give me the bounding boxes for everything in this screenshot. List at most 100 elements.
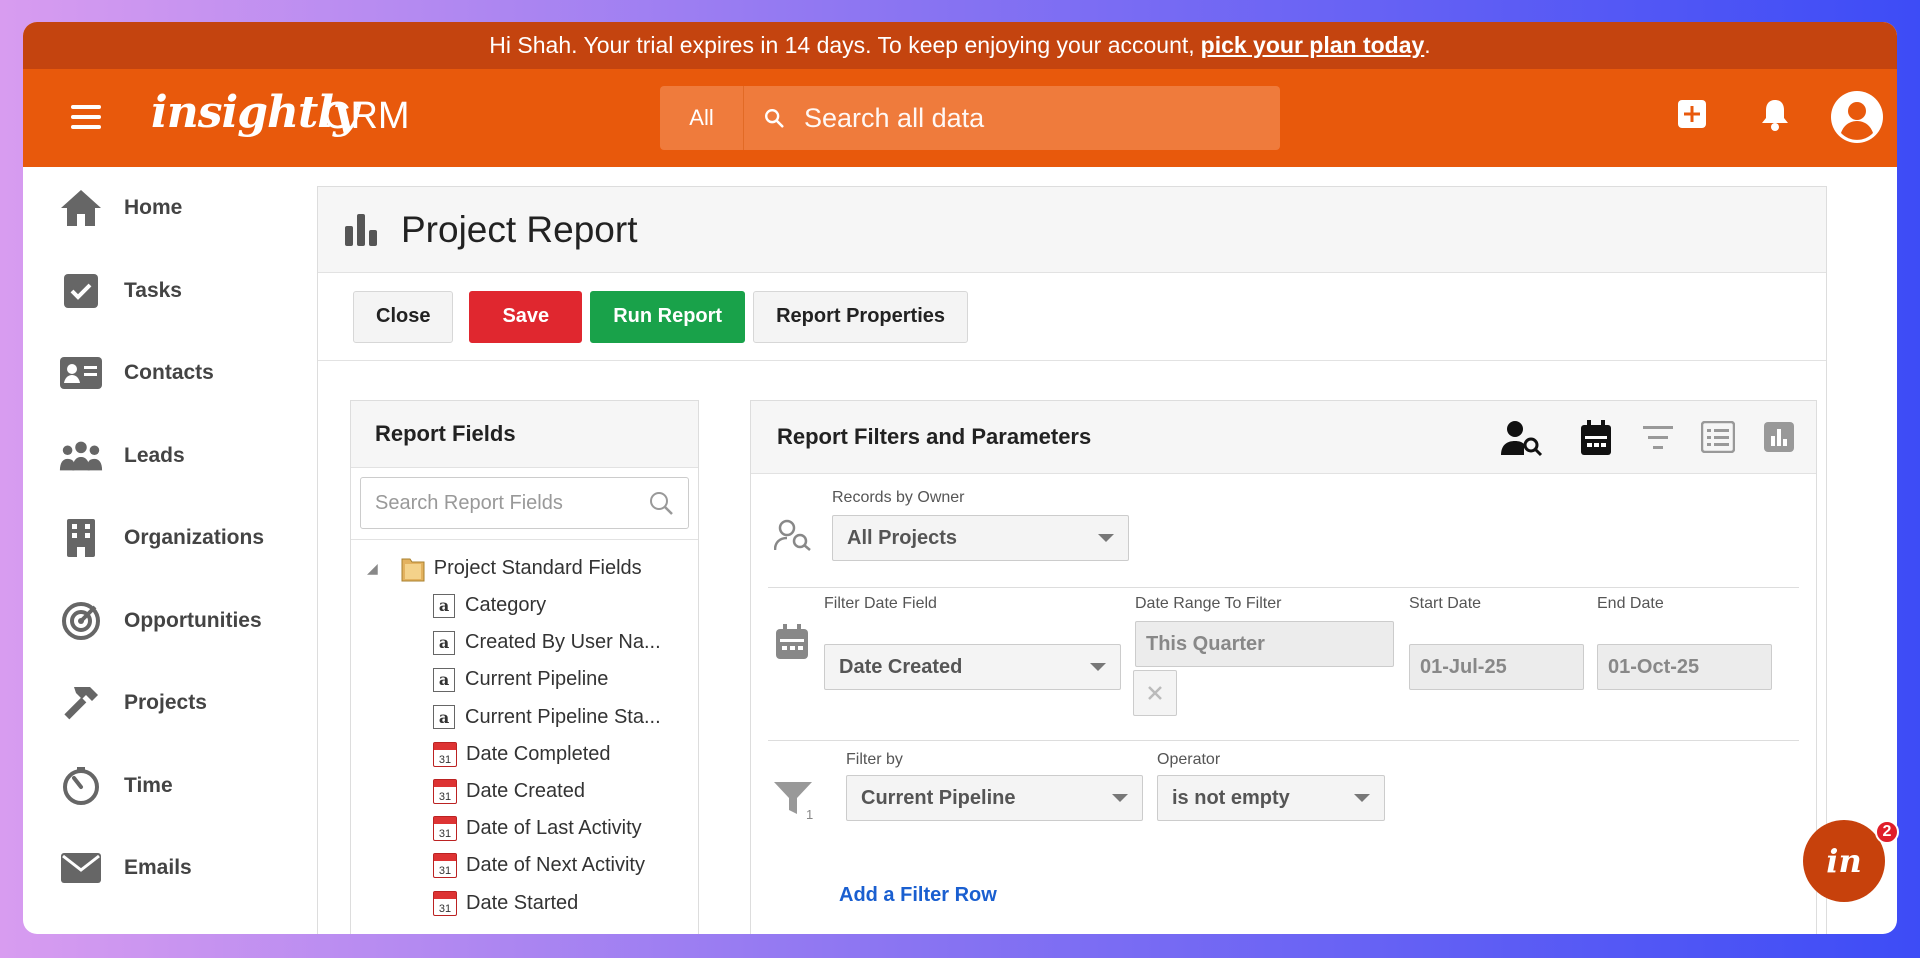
calendar-icon: 31	[433, 741, 457, 767]
operator-value: is not empty	[1172, 786, 1290, 809]
operator-select[interactable]: is not empty	[1157, 775, 1385, 821]
close-icon	[1148, 686, 1162, 700]
search-icon	[744, 107, 804, 129]
search-scope-dropdown[interactable]: All	[660, 86, 744, 150]
field-item[interactable]: 31 Date Created	[351, 773, 698, 810]
field-item[interactable]: 31 Date Completed	[351, 736, 698, 773]
home-icon	[58, 185, 104, 231]
filter-lines-icon[interactable]	[1642, 423, 1674, 453]
report-filters-panel: Report Filters and Parameters Records by…	[750, 400, 1817, 934]
page-title: Project Report	[401, 208, 638, 250]
date-range-value: This Quarter	[1146, 632, 1265, 655]
trial-text: Hi Shah. Your trial expires in 14 days. …	[489, 32, 1195, 58]
field-label: Date Completed	[466, 742, 611, 765]
text-field-icon: a	[433, 593, 455, 618]
tree-root[interactable]: ◢ Project Standard Fields	[351, 550, 698, 587]
end-date-field[interactable]: 01-Oct-25	[1597, 644, 1772, 690]
filter-by-label: Filter by	[846, 751, 903, 768]
folder-icon	[401, 558, 425, 581]
avatar[interactable]	[1830, 90, 1884, 149]
envelope-icon	[58, 845, 104, 891]
end-date-value: 01-Oct-25	[1608, 655, 1700, 678]
hammer-icon	[58, 680, 104, 726]
trial-tail: .	[1424, 32, 1431, 58]
calendar-icon: 31	[433, 890, 457, 916]
sidebar-item-label: Home	[124, 196, 183, 220]
pick-plan-link[interactable]: pick your plan today	[1201, 32, 1425, 59]
field-label: Date of Last Activity	[466, 817, 642, 840]
top-bar: insightly CRM All Search all data	[23, 69, 1897, 167]
start-date-field[interactable]: 01-Jul-25	[1409, 644, 1584, 690]
bar-chart-icon	[345, 213, 377, 246]
global-search[interactable]: All Search all data	[660, 86, 1280, 150]
sidebar-item-tasks[interactable]: Tasks	[23, 250, 318, 333]
columns-list-icon[interactable]	[1701, 421, 1735, 453]
chart-options-icon[interactable]	[1763, 421, 1795, 453]
report-properties-button[interactable]: Report Properties	[753, 290, 969, 343]
text-field-icon: a	[433, 630, 455, 655]
chat-launcher-button[interactable]: in	[1803, 820, 1885, 902]
sidebar-item-opportunities[interactable]: Opportunities	[23, 580, 318, 663]
owner-select[interactable]: All Projects	[832, 515, 1129, 561]
report-fields-panel: Report Fields Search Report Fields ◢ Pro…	[350, 400, 699, 934]
filter-by-select[interactable]: Current Pipeline	[846, 775, 1143, 821]
report-fields-search[interactable]: Search Report Fields	[360, 477, 689, 529]
date-field-select[interactable]: Date Created	[824, 644, 1121, 690]
sidebar-item-home[interactable]: Home	[23, 167, 318, 250]
report-fields-search-input[interactable]: Search Report Fields	[375, 492, 563, 515]
stopwatch-icon	[58, 763, 104, 809]
chevron-down-icon	[1098, 534, 1114, 542]
funnel-icon: 1	[773, 780, 817, 824]
sidebar-item-leads[interactable]: Leads	[23, 415, 318, 498]
sidebar-item-label: Opportunities	[124, 608, 262, 632]
sidebar-item-label: Contacts	[124, 361, 214, 385]
save-button[interactable]: Save	[469, 290, 583, 343]
field-item[interactable]: a Current Pipeline	[351, 661, 698, 698]
close-button[interactable]: Close	[353, 290, 454, 343]
sidebar-item-contacts[interactable]: Contacts	[23, 332, 318, 415]
filter-by-value: Current Pipeline	[861, 786, 1016, 809]
people-icon	[58, 433, 104, 479]
date-range-field[interactable]: This Quarter	[1135, 621, 1394, 667]
calendar-filter-icon[interactable]	[1579, 419, 1613, 457]
sidebar-item-label: Projects	[124, 691, 207, 715]
chevron-down-icon	[1354, 794, 1370, 802]
start-date-value: 01-Jul-25	[1420, 655, 1507, 678]
sidebar-item-label: Emails	[124, 856, 192, 880]
check-icon	[58, 268, 104, 314]
date-range-label: Date Range To Filter	[1135, 595, 1282, 612]
divider	[768, 740, 1799, 741]
add-filter-row-link[interactable]: Add a Filter Row	[839, 884, 997, 907]
notification-badge: 2	[1875, 820, 1899, 844]
owner-search-icon[interactable]	[1501, 419, 1545, 457]
sidebar-item-time[interactable]: Time	[23, 745, 318, 828]
add-icon[interactable]	[1675, 97, 1709, 136]
collapse-arrow-icon[interactable]: ◢	[367, 560, 378, 577]
field-item[interactable]: a Created By User Na...	[351, 624, 698, 661]
field-label: Date Started	[466, 891, 579, 914]
app-window: Hi Shah. Your trial expires in 14 days. …	[23, 22, 1897, 934]
calendar-icon: 31	[433, 779, 457, 805]
search-input[interactable]: Search all data	[804, 103, 984, 134]
tree-root-label: Project Standard Fields	[433, 557, 642, 579]
sidebar-item-emails[interactable]: Emails	[23, 827, 318, 910]
menu-icon[interactable]	[71, 102, 101, 132]
owner-label: Records by Owner	[832, 489, 965, 506]
clear-range-button[interactable]	[1133, 670, 1177, 716]
bell-icon[interactable]	[1758, 97, 1792, 138]
sidebar-item-label: Time	[124, 773, 173, 797]
report-editor: Project Report Close Save Run Report Rep…	[317, 186, 1827, 934]
owner-filter-icon	[774, 519, 811, 551]
text-field-icon: a	[433, 705, 455, 730]
text-field-icon: a	[433, 667, 455, 692]
field-item[interactable]: 31 Date Started	[351, 885, 698, 922]
run-report-button[interactable]: Run Report	[590, 290, 746, 343]
calendar-icon: 31	[433, 816, 457, 842]
field-item[interactable]: 31 Date of Next Activity	[351, 847, 698, 884]
field-item[interactable]: 31 Date of Last Activity	[351, 810, 698, 847]
sidebar-item-organizations[interactable]: Organizations	[23, 497, 318, 580]
search-icon	[650, 492, 673, 515]
sidebar-item-projects[interactable]: Projects	[23, 662, 318, 745]
field-item[interactable]: a Current Pipeline Sta...	[351, 699, 698, 736]
field-item[interactable]: a Category	[351, 587, 698, 624]
